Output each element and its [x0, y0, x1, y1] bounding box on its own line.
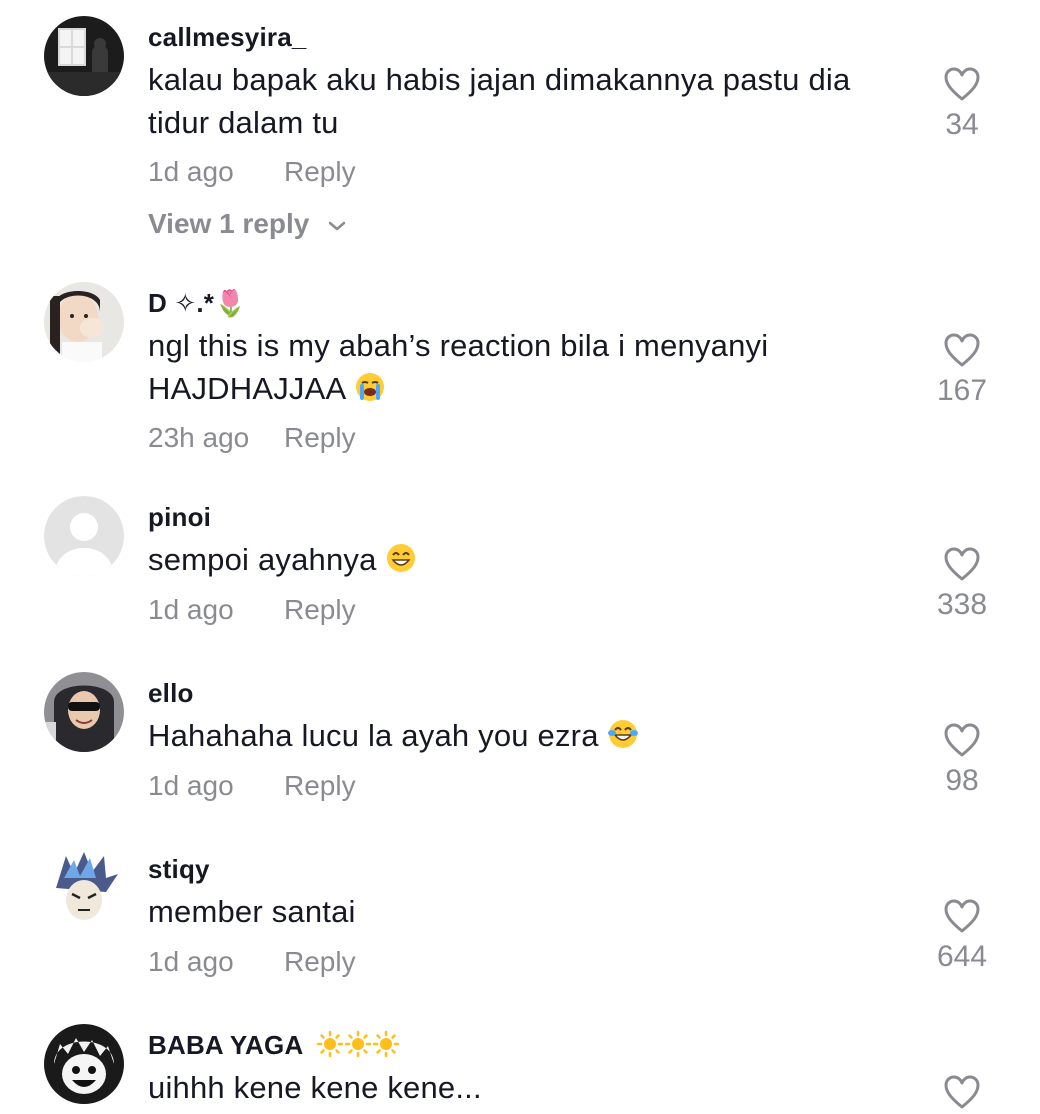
heart-outline-icon: [944, 547, 980, 581]
like-button[interactable]: 644: [912, 898, 1012, 974]
comment-text-content: ngl this is my abah’s reaction bila i me…: [148, 328, 769, 406]
sun-icon: [316, 1030, 344, 1058]
heart-outline-icon: [944, 899, 980, 933]
comment-meta: 1d ago Reply: [148, 770, 356, 802]
chevron-down-icon: [328, 221, 346, 230]
avatar-image: [44, 282, 124, 362]
view-replies-button[interactable]: View 1 reply: [148, 208, 347, 240]
comment-meta: 1d ago Reply: [148, 594, 356, 626]
comment-username[interactable]: ello: [148, 678, 194, 709]
like-count: 338: [936, 588, 988, 621]
face-with-tears-of-joy-icon: [608, 720, 639, 748]
reply-button[interactable]: Reply: [284, 422, 356, 454]
like-button[interactable]: 167: [912, 332, 1012, 408]
comment-meta: 1d ago Reply: [148, 946, 356, 978]
comment-text-content: Hahahaha lucu la ayah you ezra: [148, 718, 599, 753]
avatar[interactable]: [44, 672, 124, 752]
like-button[interactable]: 34: [912, 66, 1012, 142]
like-button[interactable]: [912, 1074, 1012, 1110]
avatar[interactable]: [44, 282, 124, 362]
reply-button[interactable]: Reply: [284, 770, 356, 802]
like-count: 644: [936, 940, 988, 973]
avatar-image: [44, 672, 124, 752]
comment-text: member santai: [148, 894, 356, 929]
like-count: 34: [945, 108, 979, 141]
like-count: 98: [945, 764, 979, 797]
reply-button[interactable]: Reply: [284, 156, 356, 188]
avatar[interactable]: [44, 16, 124, 96]
comment-text: kalau bapak aku habis jajan dimakannya p…: [148, 62, 851, 140]
comment-time: 1d ago: [148, 594, 234, 625]
comment-meta: 1d ago Reply: [148, 156, 356, 188]
like-count: 167: [936, 374, 988, 407]
avatar-image: [44, 1024, 124, 1104]
grinning-face-with-smiling-eyes-icon: [387, 544, 416, 572]
comment-time: 1d ago: [148, 946, 234, 977]
avatar[interactable]: [44, 496, 124, 576]
comment-username[interactable]: BABA YAGA: [148, 1030, 400, 1061]
comment-text: sempoi ayahnya: [148, 538, 908, 581]
loudly-crying-face-icon: [355, 373, 384, 401]
comment-text-content: sempoi ayahnya: [148, 542, 377, 577]
comment-username-label: BABA YAGA: [148, 1030, 303, 1060]
default-avatar-icon: [44, 496, 124, 576]
heart-outline-icon: [944, 1075, 980, 1109]
comment-text: ngl this is my abah’s reaction bila i me…: [148, 324, 908, 410]
comment-username[interactable]: D ✧.*🌷: [148, 288, 247, 319]
sun-icon: [344, 1030, 372, 1058]
heart-outline-icon: [944, 723, 980, 757]
heart-outline-icon: [944, 67, 980, 101]
reply-button[interactable]: Reply: [284, 594, 356, 626]
reply-button[interactable]: Reply: [284, 946, 356, 978]
comment-time: 23h ago: [148, 422, 250, 453]
sun-icon: [372, 1030, 400, 1058]
like-button[interactable]: 338: [912, 546, 1012, 622]
comment-username[interactable]: callmesyira_: [148, 22, 307, 53]
avatar-image: [44, 848, 124, 928]
comment-meta: 23h ago Reply: [148, 422, 356, 454]
heart-outline-icon: [944, 333, 980, 367]
comment-time: 1d ago: [148, 770, 234, 801]
comment-username[interactable]: stiqy: [148, 854, 210, 885]
comment-time: 1d ago: [148, 156, 234, 187]
comment-username[interactable]: pinoi: [148, 502, 211, 533]
comment-text: uihhh kene kene kene...: [148, 1070, 482, 1105]
avatar[interactable]: [44, 1024, 124, 1104]
comment-text: Hahahaha lucu la ayah you ezra: [148, 714, 908, 757]
avatar-image: [44, 16, 124, 96]
view-replies-label: View 1 reply: [148, 208, 310, 239]
avatar[interactable]: [44, 848, 124, 928]
like-button[interactable]: 98: [912, 722, 1012, 798]
